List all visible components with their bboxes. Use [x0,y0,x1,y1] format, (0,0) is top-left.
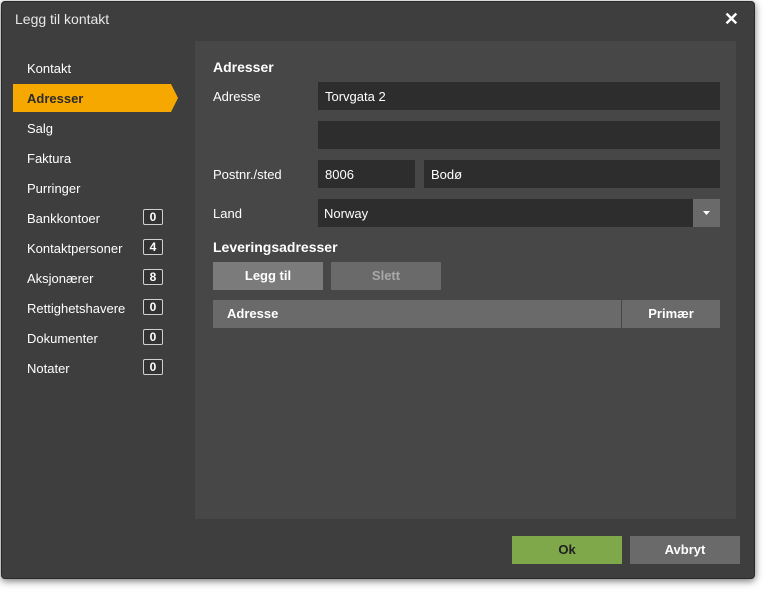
dialog-titlebar: Legg til kontakt ✕ [1,1,753,37]
sidebar-item-adresser[interactable]: Adresser [13,84,178,112]
sidebar-item-label: Faktura [27,151,72,166]
cancel-button[interactable]: Avbryt [630,536,740,564]
sidebar-item-dokumenter[interactable]: Dokumenter 0 [13,324,163,352]
sidebar-item-label: Salg [27,121,54,136]
sidebar-item-label: Dokumenter [27,331,98,346]
sidebar-item-label: Purringer [27,181,81,196]
count-badge: 0 [143,299,163,315]
chevron-down-icon [703,211,710,215]
sidebar-item-kontaktpersoner[interactable]: Kontaktpersoner 4 [13,234,163,262]
ok-button[interactable]: Ok [512,536,622,564]
sidebar-item-label: Rettighetshavere [27,301,126,316]
delete-delivery-address-button[interactable]: Slett [331,262,441,290]
country-label: Land [213,206,242,221]
sidebar-item-bankkontoer[interactable]: Bankkontoer 0 [13,204,163,232]
postal-code-input[interactable] [318,160,415,188]
column-header-primary[interactable]: Primær [622,300,720,328]
sidebar-item-kontakt[interactable]: Kontakt [13,54,163,82]
count-badge: 0 [143,209,163,225]
sidebar-item-purringer[interactable]: Purringer [13,174,163,202]
address-label: Adresse [213,89,261,104]
sidebar-item-label: Kontaktpersoner [27,241,123,256]
section-heading-addresses: Adresser [213,59,274,75]
dialog-title: Legg til kontakt [15,11,110,27]
sidebar-item-notater[interactable]: Notater 0 [13,354,163,382]
section-heading-delivery: Leveringsadresser [213,239,338,255]
sidebar-item-label: Adresser [27,91,84,106]
sidebar-item-label: Bankkontoer [27,211,100,226]
add-delivery-address-button[interactable]: Legg til [213,262,323,290]
count-badge: 4 [143,239,163,255]
address-line1-input[interactable] [318,82,720,110]
sidebar-item-rettighetshavere[interactable]: Rettighetshavere 0 [13,294,163,322]
close-icon[interactable]: ✕ [724,10,739,28]
count-badge: 0 [143,329,163,345]
address-line2-input[interactable] [318,121,720,149]
country-dropdown-button[interactable] [693,199,720,227]
sidebar-item-salg[interactable]: Salg [13,114,163,142]
country-select-value: Norway [324,206,369,221]
column-header-address[interactable]: Adresse [213,300,621,328]
city-input[interactable] [424,160,720,188]
postal-label: Postnr./sted [213,167,282,182]
sidebar-item-label: Kontakt [27,61,72,76]
count-badge: 0 [143,359,163,375]
count-badge: 8 [143,269,163,285]
country-select[interactable] [318,199,693,227]
sidebar-item-label: Notater [27,361,70,376]
sidebar-item-label: Aksjonærer [27,271,94,286]
sidebar-item-aksjonaerer[interactable]: Aksjonærer 8 [13,264,163,292]
sidebar-item-faktura[interactable]: Faktura [13,144,163,172]
